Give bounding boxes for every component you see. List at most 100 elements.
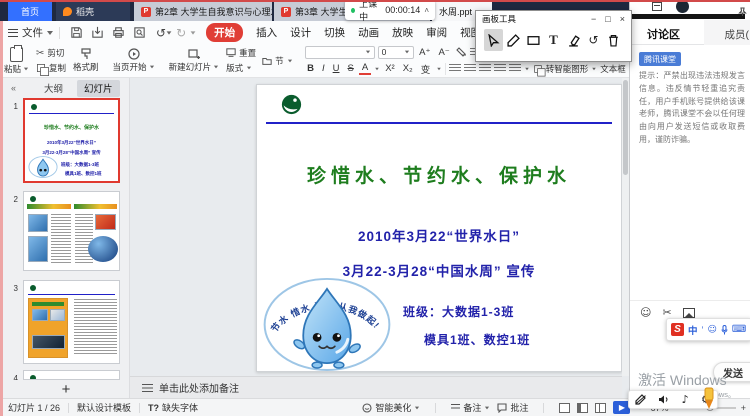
align-left-icon[interactable]	[449, 64, 461, 73]
pen-tool-button[interactable]	[504, 29, 523, 51]
align-right-icon[interactable]	[479, 64, 491, 73]
cut-button[interactable]: ✂剪切	[36, 47, 66, 59]
class-timer[interactable]: 上课中 00:00:14 ˄	[345, 0, 435, 20]
emoji-button[interactable]: ☺	[640, 306, 651, 319]
ribbon-tab-home[interactable]: 开始	[206, 23, 243, 42]
export-icon[interactable]	[91, 26, 104, 39]
discussion-tab[interactable]: 讨论区	[647, 26, 680, 42]
ime-emoji-icon[interactable]: ☺	[708, 325, 717, 335]
template-name[interactable]: 默认设计模板	[77, 401, 131, 414]
undo-tool-button[interactable]: ↺	[584, 29, 603, 51]
ribbon-tab-transition[interactable]: 切换	[324, 25, 345, 40]
slide-subtitle-1[interactable]: 2010年3月22“世界水日”	[257, 225, 621, 245]
section-button[interactable]: 节	[262, 55, 293, 67]
bold-button[interactable]: B	[305, 63, 317, 74]
subscript-button[interactable]: X₂	[400, 63, 415, 74]
undo-dropdown-icon[interactable]	[167, 31, 172, 34]
more-commands-icon[interactable]	[191, 31, 196, 34]
slide-thumbnail-1[interactable]: 珍惜水、节约水、保护水 2010年3月22“世界水日” 3月22-3月28“中国…	[23, 98, 120, 183]
collapse-panel-button[interactable]: «	[11, 83, 16, 93]
slide-thumbnail-2[interactable]	[23, 191, 120, 271]
align-justify-icon[interactable]	[494, 64, 506, 73]
image-upload-button[interactable]	[683, 308, 695, 318]
eraser-tool-button[interactable]	[564, 29, 583, 51]
window-switcher-icon[interactable]	[652, 2, 662, 11]
font-color-button[interactable]: A	[359, 62, 370, 75]
font-size-combobox[interactable]: 0	[378, 46, 414, 59]
close-button[interactable]: ×	[620, 14, 625, 24]
pinyin-button[interactable]: 变	[418, 62, 433, 76]
new-slide-button[interactable]: 新建幻灯片	[165, 44, 224, 77]
clear-format-icon[interactable]	[455, 46, 467, 58]
vertical-scrollbar[interactable]	[622, 78, 629, 376]
decrease-font-button[interactable]: A⁻	[436, 47, 452, 58]
notes-bar[interactable]: 单击此处添加备注	[130, 376, 622, 398]
slide-class-line-2[interactable]: 模具1班、数控1班	[424, 331, 530, 348]
layout-button[interactable]: 版式	[226, 62, 256, 74]
add-slide-button[interactable]: +	[3, 380, 129, 398]
comments-button[interactable]: 批注	[497, 401, 528, 414]
file-menu[interactable]: 文件	[8, 25, 53, 40]
strikethrough-button[interactable]: S	[345, 63, 356, 74]
slides-tab[interactable]: 幻灯片	[77, 80, 120, 97]
reset-button[interactable]: 重置	[226, 47, 256, 59]
music-note-icon[interactable]: ♪	[682, 393, 689, 406]
sogou-logo-icon[interactable]: S	[671, 323, 684, 336]
microphone-icon[interactable]	[721, 325, 728, 335]
increase-font-button[interactable]: A⁺	[417, 47, 433, 58]
align-center-icon[interactable]	[464, 64, 476, 73]
superscript-button[interactable]: X²	[383, 63, 398, 74]
outline-tab[interactable]: 大纲	[44, 81, 63, 95]
format-painter-button[interactable]: 格式刷	[69, 44, 103, 77]
ribbon-tab-slideshow[interactable]: 放映	[392, 25, 413, 40]
slide-thumbnail-3[interactable]	[23, 280, 120, 364]
slide-canvas[interactable]: 珍惜水、节约水、保护水 2010年3月22“世界水日” 3月22-3月28“中国…	[256, 84, 622, 372]
ribbon-tab-design[interactable]: 设计	[290, 25, 311, 40]
rectangle-tool-button[interactable]	[524, 29, 543, 51]
ribbon-tab-insert[interactable]: 插入	[256, 25, 277, 40]
maximize-button[interactable]: □	[605, 14, 610, 24]
delete-tool-button[interactable]	[604, 29, 623, 51]
paste-button[interactable]: 粘贴	[0, 44, 33, 77]
notes-toggle-button[interactable]: 备注	[451, 401, 490, 414]
play-from-page-button[interactable]: 当页开始	[109, 44, 159, 77]
ime-apostrophe[interactable]: ’	[702, 325, 704, 335]
smart-beautify-button[interactable]: 智能美化	[362, 401, 420, 414]
italic-button[interactable]: I	[319, 63, 327, 74]
select-tool-button[interactable]	[484, 29, 503, 51]
slide-sorter-view-button[interactable]	[577, 403, 588, 413]
copy-button[interactable]: 复制	[36, 62, 66, 74]
to-smart-graphic-button[interactable]: 转智能图形	[533, 63, 598, 75]
normal-view-button[interactable]	[559, 403, 570, 413]
speaker-icon[interactable]	[658, 394, 669, 405]
missing-font-warning[interactable]: 缺失字体	[162, 401, 198, 414]
undo-icon[interactable]: ↺	[156, 26, 166, 40]
pin-icon[interactable]	[737, 7, 747, 17]
slide-title[interactable]: 珍惜水、节约水、保护水	[257, 161, 621, 188]
print-preview-icon[interactable]	[133, 26, 146, 39]
slide-thumbnail-4[interactable]	[23, 370, 120, 380]
slide-edit-area: 珍惜水、节约水、保护水 2010年3月22“世界水日” 3月22-3月28“中国…	[130, 78, 622, 376]
tab-docer[interactable]: 稻壳	[56, 2, 130, 21]
minimize-button[interactable]: −	[591, 14, 596, 24]
text-tool-button[interactable]: T	[544, 29, 563, 51]
ime-language-mode[interactable]: 中	[688, 323, 698, 337]
font-name-combobox[interactable]	[305, 46, 375, 59]
print-icon[interactable]	[112, 26, 125, 39]
zoom-in-button[interactable]: +	[741, 403, 746, 413]
tab-document-1[interactable]: P第2章 大学生自我意识与心理发展	[134, 2, 272, 21]
tab-home[interactable]: 首页	[8, 2, 52, 21]
slide-class-line-1[interactable]: 班级：大数据1-3班	[403, 303, 514, 320]
members-tab[interactable]: 成员(	[725, 27, 750, 42]
keyboard-icon[interactable]: ⌨	[732, 324, 746, 335]
reading-view-button[interactable]	[595, 403, 606, 413]
line-spacing-icon[interactable]	[509, 64, 521, 73]
save-icon[interactable]	[70, 26, 83, 39]
ribbon-tab-animation[interactable]: 动画	[358, 25, 379, 40]
underline-button[interactable]: U	[330, 63, 342, 74]
ribbon-tab-review[interactable]: 审阅	[426, 25, 447, 40]
scrollbar-thumb[interactable]	[623, 80, 628, 175]
chevron-up-icon[interactable]: ˄	[424, 6, 429, 15]
annotation-off-icon[interactable]	[635, 394, 646, 405]
paintboard-titlebar[interactable]: 画板工具 − □ ×	[476, 11, 631, 27]
